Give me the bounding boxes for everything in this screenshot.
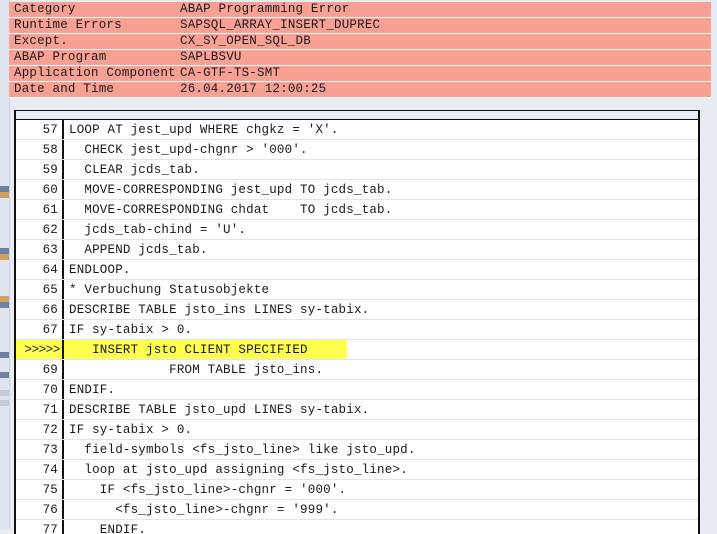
line-number: 58 [16,140,64,159]
error-summary-key: Runtime Errors [9,17,175,34]
code-line-text: <fs_jsto_line>-chgnr = '999'. [69,503,339,517]
code-line-text: ENDIF. [69,383,116,397]
code-line-row[interactable]: 57 LOOP AT jest_upd WHERE chgkz = 'X'. [16,120,698,140]
code-line-row[interactable]: 61 MOVE-CORRESPONDING chdat TO jcds_tab. [16,200,698,220]
code-line-text: FROM TABLE jsto_ins. [69,363,324,377]
line-number: 73 [16,440,64,459]
code-line-row[interactable]: 75 IF <fs_jsto_line>-chgnr = '000'. [16,480,698,500]
code-line-text: loop at jsto_upd assigning <fs_jsto_line… [69,463,408,477]
code-line-row[interactable]: 67 IF sy-tabix > 0. [16,320,698,340]
line-number: 63 [16,240,64,259]
line-number: 77 [16,520,64,534]
error-summary-row: Date and Time 26.04.2017 12:00:25 [9,81,711,98]
code-line-text: DESCRIBE TABLE jsto_upd LINES sy-tabix. [69,403,370,417]
code-line-row[interactable]: 60 MOVE-CORRESPONDING jest_upd TO jcds_t… [16,180,698,200]
line-number: 61 [16,200,64,219]
line-number: 72 [16,420,64,439]
code-line-text: IF sy-tabix > 0. [69,323,193,337]
error-summary-key: Application Component [9,65,176,82]
error-summary-value: SAPSQL_ARRAY_INSERT_DUPREC [175,17,711,34]
line-number: 74 [16,460,64,479]
code-line-row[interactable]: 71 DESCRIBE TABLE jsto_upd LINES sy-tabix… [16,400,698,420]
margin-fragment [0,352,9,358]
code-line-text: jcds_tab-chind = 'U'. [69,223,247,237]
margin-fragment [0,372,9,378]
code-line-row[interactable]: 77 ENDIF. [16,520,698,534]
margin-fragment [0,192,9,198]
margin-fragment [0,302,9,308]
code-line-row[interactable]: 63 APPEND jcds_tab. [16,240,698,260]
line-number: 60 [16,180,64,199]
error-summary-value: SAPLBSVU [175,49,711,66]
margin-fragment [0,400,9,406]
line-number: 64 [16,260,64,279]
code-line-text: IF <fs_jsto_line>-chgnr = '000'. [69,483,347,497]
code-line-row[interactable]: 69 FROM TABLE jsto_ins. [16,360,698,380]
code-line-text: MOVE-CORRESPONDING chdat TO jcds_tab. [69,203,393,217]
error-summary-row: Category ABAP Programming Error [9,2,711,18]
error-summary-key: ABAP Program [9,49,175,66]
code-line-text: APPEND jcds_tab. [69,243,208,257]
code-line-text: * Verbuchung Statusobjekte [69,283,270,297]
code-line-text: ENDLOOP. [69,263,131,277]
code-panel-header [16,111,698,120]
margin-fragment [0,390,9,396]
line-number: 65 [16,280,64,299]
line-number: 66 [16,300,64,319]
code-line-row[interactable]: 59 CLEAR jcds_tab. [16,160,698,180]
code-line-text: MOVE-CORRESPONDING jest_upd TO jcds_tab. [69,183,393,197]
line-number: 67 [16,320,64,339]
line-number: 75 [16,480,64,499]
runtime-error-summary-table: Category ABAP Programming Error Runtime Er… [9,2,711,98]
code-line-text: ENDIF. [69,523,147,534]
line-number: 62 [16,220,64,239]
code-line-text: CHECK jest_upd-chgnr > '000'. [69,143,308,157]
error-summary-row: ABAP Program SAPLBSVU [9,49,711,66]
code-line-row[interactable]: 76 <fs_jsto_line>-chgnr = '999'. [16,500,698,520]
error-summary-value: CX_SY_OPEN_SQL_DB [175,33,711,50]
line-number: 76 [16,500,64,519]
code-line-row[interactable]: 70 ENDIF. [16,380,698,400]
code-line-row[interactable]: 73 field-symbols <fs_jsto_line> like jst… [16,440,698,460]
error-summary-value: 26.04.2017 12:00:25 [175,81,711,98]
code-line-row[interactable]: 72 IF sy-tabix > 0. [16,420,698,440]
error-summary-row: Application Component CA-GTF-TS-SMT [9,65,711,82]
code-line-row[interactable]: 65 * Verbuchung Statusobjekte [16,280,698,300]
code-line-text: INSERT jsto CLIENT SPECIFIED [64,340,698,359]
error-summary-value: CA-GTF-TS-SMT [175,65,711,82]
code-line-list: 57 LOOP AT jest_upd WHERE chgkz = 'X'. 58 … [16,120,698,534]
error-summary-key: Except. [9,33,175,50]
code-line-row[interactable]: 74 loop at jsto_upd assigning <fs_jsto_l… [16,460,698,480]
code-line-row[interactable]: 58 CHECK jest_upd-chgnr > '000'. [16,140,698,160]
code-line-row[interactable]: 64 ENDLOOP. [16,260,698,280]
margin-fragment [0,254,9,260]
code-line-row[interactable]: 66 DESCRIBE TABLE jsto_ins LINES sy-tabix… [16,300,698,320]
line-number: 57 [16,120,64,139]
line-number: 70 [16,380,64,399]
line-number: 59 [16,160,64,179]
code-line-text: CLEAR jcds_tab. [69,163,200,177]
error-summary-value: ABAP Programming Error [175,2,711,18]
line-number: 71 [16,400,64,419]
source-code-viewer[interactable]: 57 LOOP AT jest_upd WHERE chgkz = 'X'. 58 … [14,110,700,534]
code-line-text: field-symbols <fs_jsto_line> like jsto_u… [69,443,416,457]
code-line-text: IF sy-tabix > 0. [69,423,193,437]
line-number: 69 [16,360,64,379]
code-line-text: DESCRIBE TABLE jsto_ins LINES sy-tabix. [69,303,370,317]
error-summary-row: Except. CX_SY_OPEN_SQL_DB [9,33,711,50]
code-line-row[interactable]: 62 jcds_tab-chind = 'U'. [16,220,698,240]
code-line-text: LOOP AT jest_upd WHERE chgkz = 'X'. [69,123,339,137]
error-line-marker: >>>>> [16,340,64,359]
code-line-row[interactable]: >>>>> INSERT jsto CLIENT SPECIFIED [16,340,698,360]
error-summary-key: Category [9,2,175,18]
error-summary-row: Runtime Errors SAPSQL_ARRAY_INSERT_DUPREC [9,17,711,34]
error-summary-key: Date and Time [9,81,175,98]
